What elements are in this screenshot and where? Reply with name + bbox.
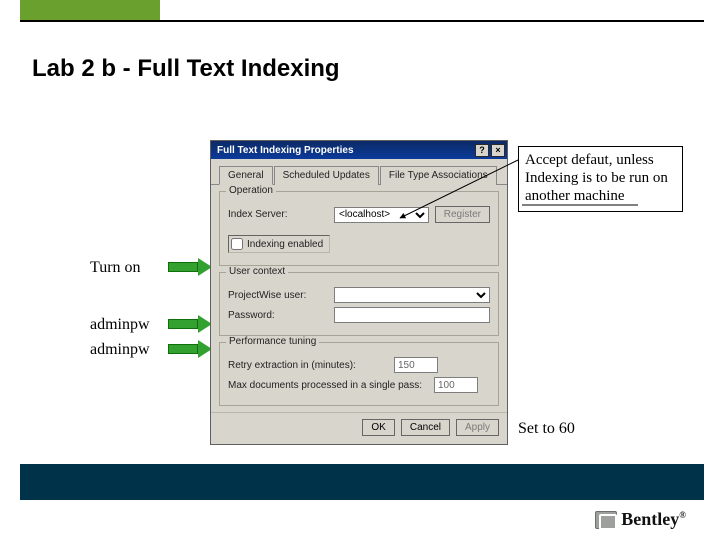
tab-scheduled-updates[interactable]: Scheduled Updates <box>274 166 379 185</box>
full-text-indexing-properties-dialog: Full Text Indexing Properties ? × Genera… <box>210 140 508 445</box>
annotation-arrow-icon <box>168 258 214 276</box>
dialog-button-row: OK Cancel Apply <box>211 412 507 444</box>
dialog-title: Full Text Indexing Properties <box>217 145 473 156</box>
projectwise-user-label: ProjectWise user: <box>228 290 328 301</box>
group-operation: Operation Index Server: <localhost> Regi… <box>219 191 499 266</box>
callout-turn-on: Turn on <box>90 258 141 278</box>
titlebar-close-button[interactable]: × <box>491 144 505 157</box>
group-user-context-legend: User context <box>226 266 288 277</box>
cancel-button[interactable]: Cancel <box>401 419 450 436</box>
dialog-tabs: General Scheduled Updates File Type Asso… <box>211 159 507 185</box>
indexing-enabled-wrapper: Indexing enabled <box>228 235 330 253</box>
register-button[interactable]: Register <box>435 206 490 223</box>
ok-button[interactable]: OK <box>362 419 394 436</box>
callout-adminpw-user: adminpw <box>90 315 150 335</box>
retry-extraction-input[interactable] <box>394 357 438 373</box>
projectwise-user-select[interactable] <box>334 287 490 303</box>
dialog-titlebar[interactable]: Full Text Indexing Properties ? × <box>211 141 507 159</box>
password-input[interactable] <box>334 307 490 323</box>
slide-footer-bar <box>20 464 704 500</box>
tab-file-type-associations[interactable]: File Type Associations <box>380 166 497 185</box>
slide-accent-block <box>20 0 160 20</box>
password-label: Password: <box>228 310 328 321</box>
retry-extraction-label: Retry extraction in (minutes): <box>228 360 388 371</box>
group-performance-tuning: Performance tuning Retry extraction in (… <box>219 342 499 406</box>
max-docs-input[interactable] <box>434 377 478 393</box>
callout-accept-default: Accept defaut, unless Indexing is to be … <box>518 146 683 212</box>
max-docs-label: Max documents processed in a single pass… <box>228 380 428 391</box>
annotation-arrow-icon <box>168 340 214 358</box>
bentley-wordmark: Bentley® <box>621 509 686 530</box>
callout-set-60: Set to 60 <box>518 419 575 439</box>
group-user-context: User context ProjectWise user: Password: <box>219 272 499 336</box>
indexing-enabled-label: Indexing enabled <box>247 239 323 250</box>
group-performance-legend: Performance tuning <box>226 336 319 347</box>
bentley-logo: Bentley® <box>595 509 686 530</box>
callout-adminpw-password: adminpw <box>90 340 150 360</box>
bentley-mark-icon <box>595 511 617 529</box>
annotation-arrow-icon <box>168 315 214 333</box>
index-server-label: Index Server: <box>228 209 328 220</box>
apply-button[interactable]: Apply <box>456 419 499 436</box>
indexing-enabled-checkbox[interactable] <box>231 238 243 250</box>
index-server-select[interactable]: <localhost> <box>334 207 429 223</box>
titlebar-help-button[interactable]: ? <box>475 144 489 157</box>
slide-title: Lab 2 b - Full Text Indexing <box>32 55 340 83</box>
tab-general[interactable]: General <box>219 166 273 185</box>
group-operation-legend: Operation <box>226 185 276 196</box>
